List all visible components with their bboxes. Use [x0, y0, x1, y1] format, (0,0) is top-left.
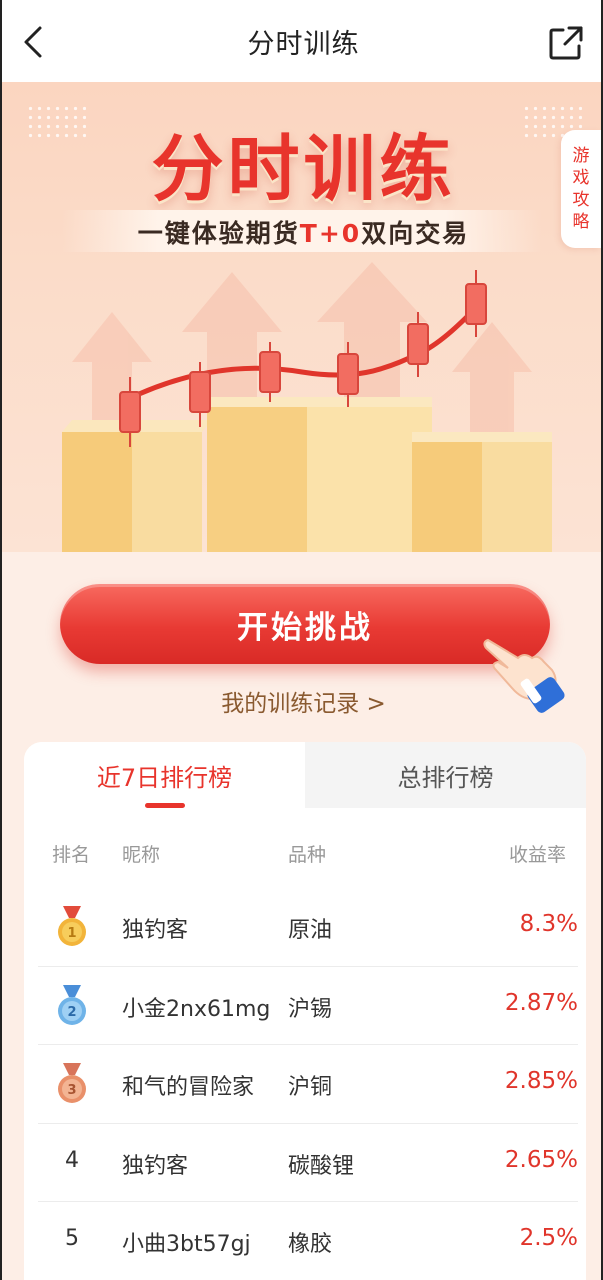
- yield-rate: 2.87%: [504, 989, 578, 1016]
- tab-label: 总排行榜: [397, 763, 494, 792]
- variety: 沪铜: [288, 1075, 333, 1100]
- strategy-char: 略: [572, 212, 590, 232]
- variety: 橡胶: [288, 1232, 333, 1257]
- page: 分时训练 分时训练 一键体验期货T+0双向交易 游 戏 攻 略 开始挑战 我的训…: [0, 0, 603, 1280]
- table-row: 1 独钓客 原油 8.3%: [38, 888, 578, 967]
- rank-number: 5: [65, 1226, 79, 1251]
- yield-rate: 2.85%: [504, 1068, 578, 1094]
- strategy-char: 戏: [572, 168, 590, 188]
- table-row: 5 小曲3bt57gj 橡胶 2.5%: [38, 1202, 578, 1280]
- share-external-icon[interactable]: [547, 24, 585, 62]
- nickname: 小金2nx61mg: [122, 996, 271, 1022]
- hero-title: 分时训练: [151, 127, 456, 211]
- nickname: 和气的冒险家: [122, 1075, 255, 1100]
- col-yield-header: 收益率: [508, 844, 566, 866]
- col-variety-header: 品种: [288, 844, 327, 866]
- nickname: 小曲3bt57gj: [122, 1232, 251, 1257]
- yield-rate: 8.3%: [519, 911, 578, 937]
- start-challenge-button[interactable]: 开始挑战: [60, 584, 550, 664]
- tab-label: 近7日排行榜: [96, 763, 233, 792]
- variety: 沪锡: [288, 996, 333, 1022]
- chevron-left-icon[interactable]: [16, 22, 52, 62]
- nav-bar: 分时训练: [2, 0, 601, 82]
- yield-rate: 2.65%: [504, 1146, 578, 1173]
- col-rank-header: 排名: [52, 844, 91, 866]
- subtitle-prefix: 一键体验期货: [137, 219, 300, 248]
- page-title: 分时训练: [247, 28, 360, 60]
- bronze-medal-icon: 3: [58, 1063, 86, 1103]
- gold-medal-icon: 1: [58, 906, 86, 946]
- nickname: 独钓客: [122, 918, 189, 943]
- table-row: 2 小金2nx61mg 沪锡 2.87%: [38, 967, 578, 1045]
- tab-total-ranking[interactable]: 总排行榜: [305, 742, 586, 808]
- table-row: 3 和气的冒险家 沪铜 2.85%: [38, 1045, 578, 1124]
- variety: 碳酸锂: [288, 1153, 355, 1179]
- my-training-record-link[interactable]: 我的训练记录 >: [2, 684, 601, 718]
- start-challenge-label: 开始挑战: [237, 609, 373, 646]
- tab-7day-ranking[interactable]: 近7日排行榜: [24, 742, 305, 808]
- medal-number: 3: [67, 1083, 76, 1098]
- hero-subtitle: 一键体验期货T+0双向交易: [2, 214, 601, 250]
- nickname: 独钓客: [122, 1153, 189, 1179]
- game-strategy-tab[interactable]: 游 戏 攻 略: [561, 130, 601, 248]
- variety: 原油: [288, 918, 333, 943]
- subtitle-highlight: T+0: [299, 219, 362, 248]
- leaderboard-header: 排名 昵称 品种 收益率: [24, 808, 586, 888]
- leaderboard-card: 近7日排行榜 总排行榜 排名 昵称 品种 收益率 1 独钓客 原油 8.3% 2…: [24, 742, 586, 1280]
- silver-medal-icon: 2: [58, 984, 86, 1025]
- leaderboard-tabs: 近7日排行榜 总排行榜: [24, 742, 586, 808]
- subtitle-suffix: 双向交易: [361, 219, 470, 248]
- yield-rate: 2.5%: [519, 1225, 578, 1251]
- rank-number: 4: [65, 1147, 79, 1173]
- strategy-char: 游: [572, 146, 590, 166]
- medal-number: 2: [67, 1005, 76, 1020]
- candlestick-illustration: [62, 262, 552, 552]
- table-row: 4 独钓客 碳酸锂 2.65%: [38, 1124, 578, 1202]
- strategy-char: 攻: [572, 190, 590, 210]
- col-nickname-header: 昵称: [122, 844, 161, 866]
- hero-banner: 分时训练 一键体验期货T+0双向交易: [2, 82, 601, 552]
- medal-number: 1: [67, 926, 76, 941]
